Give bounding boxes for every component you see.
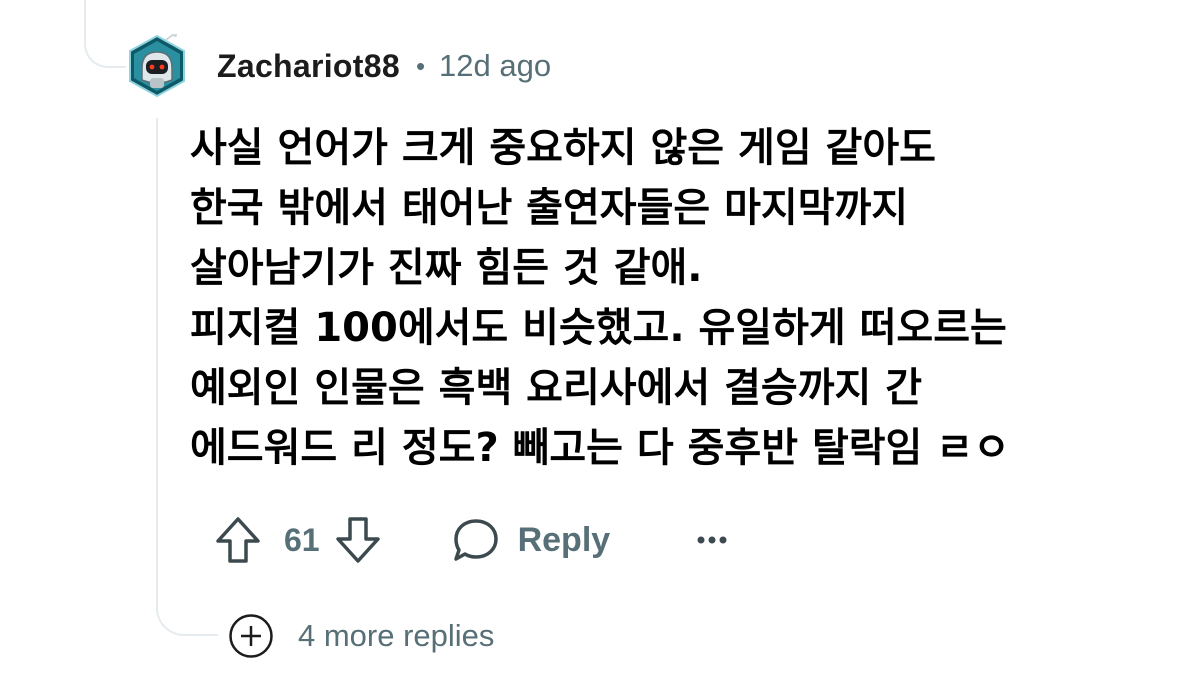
comment-line: 피지컬 100에서도 비슷했고. 유일하게 떠오르는 [190,305,1007,351]
comment-body: 사실 언어가 크게 중요하지 않은 게임 같아도 한국 밖에서 태어난 출연자들… [190,118,1150,478]
timestamp[interactable]: 12d ago [439,48,551,84]
ellipsis-icon [697,536,727,544]
speech-bubble-icon [453,519,498,561]
reply-label: Reply [517,520,611,559]
downvote-button[interactable] [334,515,382,565]
child-thread-curve [156,600,218,636]
comment-line: 살아남기가 진짜 힘든 것 같애. [190,245,703,291]
comment-line: 에드워드 리 정도? 빼고는 다 중후반 탈락임 ㄹㅇ [190,425,1010,471]
plus-circle-icon [229,614,273,658]
downvote-arrow-icon [335,517,380,563]
comment-line: 한국 밖에서 태어난 출연자들은 마지막까지 [190,185,909,231]
upvote-button[interactable] [214,515,262,565]
upvote-arrow-icon [216,517,260,563]
child-thread-line [156,118,158,610]
comment-action-bar: 61 Reply [214,512,728,568]
robot-avatar-icon [129,33,185,98]
comment-line: 사실 언어가 크게 중요하지 않은 게임 같아도 [190,125,936,171]
separator-dot: • [415,50,426,81]
username-link[interactable]: Zachariot88 [217,48,400,85]
avatar[interactable] [126,33,188,98]
comment-line: 예외인 인물은 흑백 요리사에서 결승까지 간 [190,365,923,411]
more-replies-button[interactable]: 4 more replies [228,612,494,660]
vote-count: 61 [284,521,320,558]
more-options-button[interactable] [696,535,728,545]
comment-header: Zachariot88 • 12d ago [217,44,551,88]
reply-button[interactable]: Reply [452,517,611,563]
parent-thread-line [84,0,86,42]
more-replies-label: 4 more replies [298,618,495,653]
parent-thread-curve [84,40,126,68]
